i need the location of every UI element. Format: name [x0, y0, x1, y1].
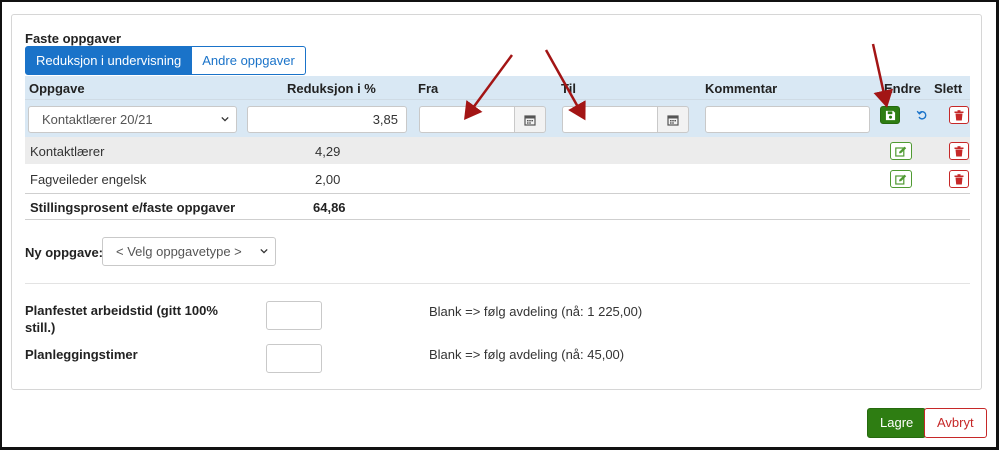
planleggingstimer-input[interactable] [266, 344, 322, 373]
table-row: Fagveileder engelsk 2,00 [25, 165, 970, 192]
total-row: Stillingsprosent e/faste oppgaver 64,86 [25, 193, 970, 220]
total-value: 64,86 [313, 200, 346, 215]
fra-date-picker [419, 106, 546, 133]
delete-row-button[interactable] [949, 170, 969, 188]
planfestet-arbeidstid-hint: Blank => følg avdeling (nå: 1 225,00) [429, 304, 643, 319]
section-divider [25, 283, 970, 284]
column-header-fra: Fra [418, 81, 439, 96]
total-label: Stillingsprosent e/faste oppgaver [30, 200, 236, 215]
edit-icon [895, 174, 907, 185]
chevron-down-icon [221, 116, 229, 122]
edit-row-button[interactable] [890, 170, 912, 188]
column-header-slett: Slett [934, 81, 963, 96]
planleggingstimer-label: Planleggingstimer [25, 347, 138, 362]
undo-icon [916, 110, 927, 120]
trash-icon [954, 109, 964, 120]
ny-oppgave-select[interactable]: < Velg oppgavetype > [102, 237, 276, 266]
calendar-icon [524, 114, 536, 126]
undo-button[interactable] [913, 106, 931, 124]
column-header-til: Til [561, 81, 576, 96]
section-title: Faste oppgaver [25, 31, 122, 46]
avbryt-button[interactable]: Avbryt [924, 408, 987, 438]
oppgave-select[interactable]: Kontaktlærer 20/21 [28, 106, 237, 133]
kommentar-input[interactable] [705, 106, 870, 133]
table-row: Kontaktlærer 4,29 [25, 137, 970, 164]
row-reduksjon: 2,00 [315, 172, 341, 187]
column-header-endre: Endre [884, 81, 921, 96]
tab-reduksjon[interactable]: Reduksjon i undervisning [25, 46, 193, 75]
table-header: Oppgave Reduksjon i % Fra Til Kommentar … [25, 76, 970, 100]
fra-calendar-button[interactable] [514, 106, 546, 133]
planfestet-arbeidstid-input[interactable] [266, 301, 322, 330]
til-calendar-button[interactable] [657, 106, 689, 133]
tab-group: Reduksjon i undervisning Andre oppgaver [25, 46, 306, 75]
column-header-reduksjon: Reduksjon i % [287, 81, 376, 96]
faste-oppgaver-panel: Faste oppgaver Reduksjon i undervisning … [11, 14, 982, 390]
til-date-input[interactable] [562, 106, 657, 133]
edit-row-button[interactable] [890, 142, 912, 160]
row-oppgave: Kontaktlærer [30, 144, 105, 159]
oppgave-select-value: Kontaktlærer 20/21 [42, 112, 153, 127]
save-row-button[interactable] [880, 106, 900, 124]
tab-andre-oppgaver[interactable]: Andre oppgaver [192, 46, 306, 75]
floppy-icon [885, 110, 895, 120]
delete-edit-row-button[interactable] [949, 106, 969, 124]
lagre-button[interactable]: Lagre [867, 408, 927, 438]
ny-oppgave-select-value: < Velg oppgavetype > [116, 244, 242, 259]
calendar-icon [667, 114, 679, 126]
chevron-down-icon [260, 248, 268, 254]
fra-date-input[interactable] [419, 106, 514, 133]
planfestet-arbeidstid-label: Planfestet arbeidstid (gitt 100% still.) [25, 303, 218, 335]
delete-row-button[interactable] [949, 142, 969, 160]
trash-icon [954, 145, 964, 156]
edit-row: Kontaktlærer 20/21 3,85 [25, 100, 970, 137]
row-reduksjon: 4,29 [315, 144, 341, 159]
trash-icon [954, 173, 964, 184]
edit-icon [895, 146, 907, 157]
planleggingstimer-hint: Blank => følg avdeling (nå: 45,00) [429, 347, 625, 362]
row-oppgave: Fagveileder engelsk [30, 172, 147, 187]
til-date-picker [562, 106, 689, 133]
column-header-kommentar: Kommentar [705, 81, 778, 96]
column-header-oppgave: Oppgave [29, 81, 85, 96]
reduksjon-input[interactable]: 3,85 [247, 106, 407, 133]
ny-oppgave-label: Ny oppgave: [25, 245, 104, 260]
